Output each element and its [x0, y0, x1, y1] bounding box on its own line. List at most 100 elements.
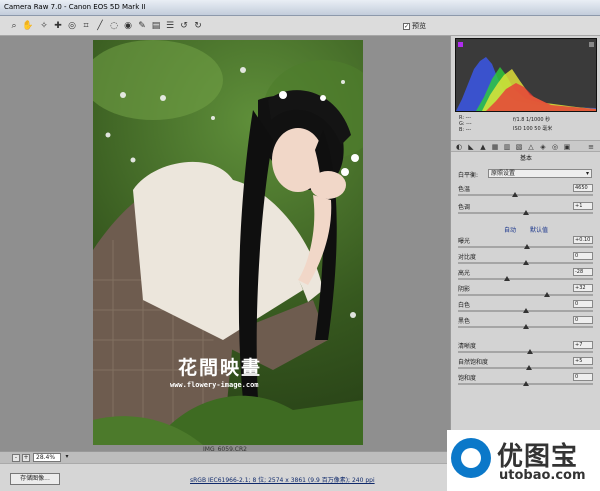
- panel-menu-icon[interactable]: ≡: [587, 143, 595, 151]
- graduated-filter-tool-icon[interactable]: ▤: [150, 20, 162, 32]
- tint-row: 色调 +1: [455, 202, 593, 215]
- preview-toggle[interactable]: ✓ 预览: [403, 21, 426, 31]
- rotate-left-icon[interactable]: ↺: [178, 20, 190, 32]
- white-balance-row: 白平衡: 原照设置: [458, 169, 592, 179]
- vibrance-label: 自然饱和度: [458, 359, 489, 366]
- window-titlebar: Camera Raw 7.0 - Canon EOS 5D Mark II: [0, 0, 600, 16]
- whites-field[interactable]: 0: [573, 300, 593, 308]
- shadows-label: 阴影: [458, 286, 471, 293]
- vibrance-field[interactable]: +5: [573, 357, 593, 365]
- preview-label: 预览: [412, 22, 426, 30]
- spot-removal-tool-icon[interactable]: ◌: [108, 20, 120, 32]
- red-eye-tool-icon[interactable]: ◉: [122, 20, 134, 32]
- saturation-row: 饱和度 0: [455, 373, 593, 386]
- clarity-field[interactable]: +7: [573, 341, 593, 349]
- blue-readout: B: ---: [459, 127, 472, 133]
- hand-tool-icon[interactable]: ✋: [22, 20, 34, 32]
- contrast-label: 对比度: [458, 254, 477, 261]
- temp-field[interactable]: 4650: [573, 184, 593, 192]
- clarity-row: 清晰度 +7: [455, 341, 593, 354]
- section-title: 基本: [519, 155, 532, 162]
- color-sampler-tool-icon[interactable]: ✚: [52, 20, 64, 32]
- saturation-label: 饱和度: [458, 375, 477, 382]
- basic-tab-icon[interactable]: ◐: [455, 143, 463, 151]
- panel-tabs: ◐ ◣ ▲ ▦ ▥ ▧ △ ◈ ◎ ▣ ≡: [451, 140, 600, 152]
- white-balance-label: 白平衡:: [458, 172, 479, 179]
- white-balance-tool-icon[interactable]: ✧: [38, 20, 50, 32]
- white-balance-select[interactable]: 原照设置: [488, 169, 592, 178]
- contrast-row: 对比度 0: [455, 252, 593, 265]
- watermark-title: 花間映畫: [178, 357, 263, 379]
- crop-tool-icon[interactable]: ⌗: [80, 20, 92, 32]
- image-canvas[interactable]: 花間映畫 www.flowery-image.com IMG_6059.CR2: [0, 36, 450, 453]
- shadows-row: 阴影 +32: [455, 284, 593, 297]
- window-title: Camera Raw 7.0 - Canon EOS 5D Mark II: [4, 3, 146, 11]
- clarity-label: 清晰度: [458, 343, 477, 350]
- exposure-field[interactable]: +0.10: [573, 236, 593, 244]
- adjustments-panel: R: --- G: --- B: --- f/1.8 1/1000 秒 ISO …: [450, 36, 600, 463]
- tone-curve-tab-icon[interactable]: ◣: [467, 143, 475, 151]
- camera-calibration-tab-icon[interactable]: ◈: [539, 143, 547, 151]
- shadows-field[interactable]: +32: [573, 284, 593, 292]
- saturation-field[interactable]: 0: [573, 373, 593, 381]
- contrast-field[interactable]: 0: [573, 252, 593, 260]
- blacks-row: 黑色 0: [455, 316, 593, 329]
- presets-tab-icon[interactable]: ◎: [551, 143, 559, 151]
- blacks-label: 黑色: [458, 318, 471, 325]
- iso-focal: ISO 100 50 毫米: [513, 126, 553, 132]
- zoom-level[interactable]: 28.4%: [33, 453, 61, 462]
- default-button[interactable]: 默认值: [530, 227, 548, 234]
- lens-corrections-tab-icon[interactable]: ▧: [515, 143, 523, 151]
- hsl-tab-icon[interactable]: ▦: [491, 143, 499, 151]
- blacks-field[interactable]: 0: [573, 316, 593, 324]
- highlight-clipping-icon[interactable]: [589, 42, 594, 47]
- zoom-dropdown-icon[interactable]: ▾: [63, 454, 71, 462]
- auto-default-row: 自动 默认值: [451, 225, 600, 234]
- save-image-button[interactable]: 存储图像...: [10, 473, 60, 485]
- vibrance-thumb[interactable]: [525, 365, 532, 370]
- tint-thumb[interactable]: [522, 210, 529, 215]
- toolbar: ⌕ ✋ ✧ ✚ ◎ ⌗ ╱ ◌ ◉ ✎ ▤ ☰ ↺ ↻ ✓ 预览: [0, 16, 600, 36]
- split-toning-tab-icon[interactable]: ▥: [503, 143, 511, 151]
- exposure-row: 曝光 +0.10: [455, 236, 593, 249]
- vibrance-row: 自然饱和度 +5: [455, 357, 593, 370]
- snapshots-tab-icon[interactable]: ▣: [563, 143, 571, 151]
- zoom-in-button[interactable]: +: [22, 454, 30, 462]
- clarity-thumb[interactable]: [527, 349, 534, 354]
- contrast-thumb[interactable]: [522, 260, 529, 265]
- blacks-thumb[interactable]: [522, 324, 529, 329]
- highlights-thumb[interactable]: [503, 276, 510, 281]
- straighten-tool-icon[interactable]: ╱: [94, 20, 106, 32]
- zoom-tool-icon[interactable]: ⌕: [8, 20, 20, 32]
- whites-thumb[interactable]: [522, 308, 529, 313]
- whites-row: 白色 0: [455, 300, 593, 313]
- highlights-label: 高光: [458, 270, 471, 277]
- bird-logo-icon: [451, 438, 491, 478]
- exposure-thumb[interactable]: [523, 244, 530, 249]
- highlights-field[interactable]: -28: [573, 268, 593, 276]
- zoom-out-button[interactable]: -: [12, 454, 20, 462]
- shadow-clipping-icon[interactable]: [458, 42, 463, 47]
- preview-checkbox[interactable]: ✓: [403, 22, 410, 30]
- auto-button[interactable]: 自动: [504, 227, 516, 234]
- adjustment-brush-tool-icon[interactable]: ✎: [136, 20, 148, 32]
- tint-field[interactable]: +1: [573, 202, 593, 210]
- site-logo: 优图宝 utobao.com: [447, 430, 600, 491]
- histogram: [455, 38, 597, 112]
- preferences-icon[interactable]: ☰: [164, 20, 176, 32]
- clarity-track[interactable]: [458, 351, 593, 353]
- temp-track[interactable]: [458, 194, 593, 196]
- photo-preview[interactable]: 花間映畫 www.flowery-image.com: [93, 40, 363, 445]
- zoom-bar: - + 28.4% ▾: [0, 451, 450, 463]
- detail-tab-icon[interactable]: ▲: [479, 143, 487, 151]
- highlights-track[interactable]: [458, 278, 593, 280]
- temp-label: 色温: [458, 186, 471, 193]
- saturation-thumb[interactable]: [522, 381, 529, 386]
- targeted-adjustment-tool-icon[interactable]: ◎: [66, 20, 78, 32]
- shadows-track[interactable]: [458, 294, 593, 296]
- temp-thumb[interactable]: [511, 192, 518, 197]
- effects-tab-icon[interactable]: △: [527, 143, 535, 151]
- workflow-options-link[interactable]: sRGB IEC61966-2.1; 8 位; 2574 x 3861 (9.9…: [190, 475, 375, 484]
- shadows-thumb[interactable]: [544, 292, 551, 297]
- rotate-right-icon[interactable]: ↻: [192, 20, 204, 32]
